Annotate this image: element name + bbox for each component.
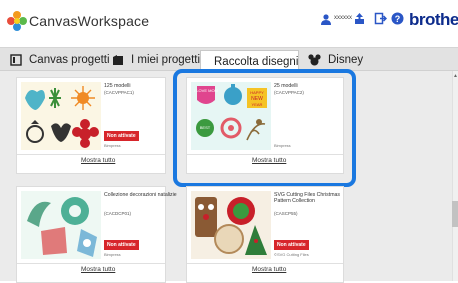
mickey-icon <box>308 54 321 66</box>
collection-card-svg-christmas[interactable]: SVG Cutting Files Christmas Pattern Coll… <box>186 186 344 283</box>
collection-thumbnail <box>191 191 271 259</box>
scroll-up-icon[interactable]: ▲ <box>453 73 458 79</box>
show-all-link[interactable]: Mostra tutto <box>252 266 286 273</box>
scrollbar[interactable] <box>452 71 458 281</box>
not-activated-badge: Non attivate <box>104 240 139 250</box>
tab-canvas-progetti[interactable]: Canvas progetti <box>10 50 110 70</box>
collection-title: SVG Cutting Files Christmas Pattern Coll… <box>274 192 341 205</box>
tab-label: I miei progetti <box>131 54 201 66</box>
tab-label: Disney <box>328 54 364 66</box>
collection-title: Collezione decorazioni natalizie <box>104 192 177 198</box>
selection-highlight <box>173 69 356 187</box>
tab-label: Canvas progetti <box>29 54 110 66</box>
collection-card-125-modelli[interactable]: 125 modelli (CACVPPAC1) Non attivate Bim… <box>16 77 166 174</box>
tab-bar: Canvas progetti I miei progetti Raccolta… <box>0 47 458 72</box>
app-title: CanvasWorkspace <box>29 13 150 29</box>
collection-code: (CACVPPAC1) <box>104 90 134 95</box>
tab-disney[interactable]: Disney <box>308 50 363 70</box>
publisher-label: Bimpress <box>104 143 121 148</box>
collection-code: (CACDCP01) <box>104 211 132 216</box>
show-all-link[interactable]: Mostra tutto <box>81 266 115 273</box>
publisher-label: ©SVG Cutting Files <box>274 252 309 257</box>
brother-logo: brother <box>409 10 458 29</box>
card-divider <box>17 263 165 264</box>
upload-icon[interactable] <box>353 12 366 25</box>
user-icon[interactable] <box>320 13 332 25</box>
card-divider <box>187 263 343 264</box>
svg-text:?: ? <box>395 14 401 24</box>
tab-i-miei-progetti[interactable]: I miei progetti <box>112 50 200 70</box>
card-divider <box>17 154 165 155</box>
tab-label: Raccolta disegni <box>214 55 299 68</box>
help-icon[interactable]: ? <box>391 12 404 25</box>
canvasworkspace-logo-icon <box>7 11 27 31</box>
publisher-label: Bimpress <box>104 252 121 257</box>
show-all-link[interactable]: Mostra tutto <box>81 157 115 164</box>
not-activated-badge: Non attivate <box>274 240 309 250</box>
scrollbar-thumb[interactable] <box>452 201 458 227</box>
canvas-projects-icon <box>10 54 22 66</box>
collection-thumbnail <box>21 191 101 259</box>
collection-thumbnail <box>21 82 101 150</box>
collection-code: (CASCP55) <box>274 211 298 216</box>
logout-icon[interactable] <box>374 12 387 25</box>
user-name[interactable]: xxxxxx <box>334 15 352 21</box>
app-header: CanvasWorkspace xxxxxx ? brother <box>0 0 458 40</box>
folder-icon <box>113 55 123 65</box>
collection-card-decorazioni-natalizie[interactable]: Collezione decorazioni natalizie (CACDCP… <box>16 186 177 283</box>
not-activated-badge: Non attivate <box>104 131 139 141</box>
collection-title: 125 modelli <box>104 83 131 89</box>
